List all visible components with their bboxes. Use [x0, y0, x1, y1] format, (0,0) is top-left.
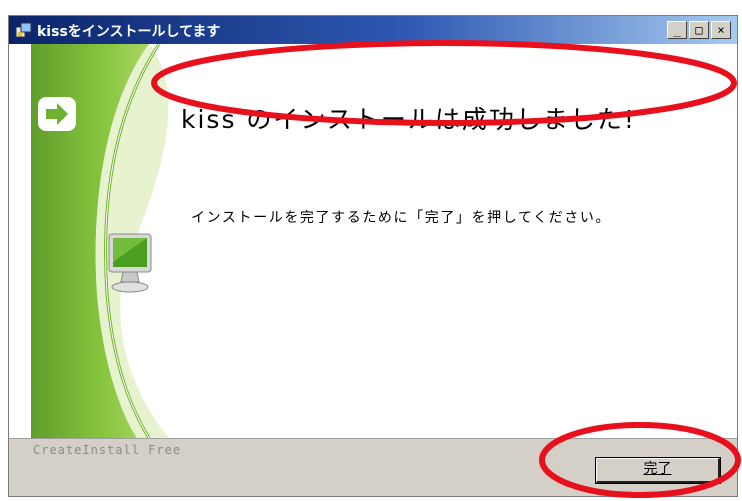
window-title: kissをインストールしてます [37, 24, 221, 40]
instruction-text: インストールを完了するために「完了」を押してください。 [191, 210, 612, 226]
maximize-button[interactable]: □ [689, 21, 709, 39]
finish-button[interactable]: 完了 [595, 457, 721, 484]
success-headline: kiss のインストールは成功しました! [181, 105, 636, 134]
finish-button-label: 完了 [643, 461, 672, 477]
installer-icon [15, 22, 32, 38]
monitor-icon [108, 233, 152, 293]
title-bar[interactable]: kissをインストールしてます _ □ × [9, 16, 737, 44]
client-area: kiss のインストールは成功しました! インストールを完了するために「完了」を… [9, 44, 737, 438]
minimize-button[interactable]: _ [667, 21, 687, 39]
footer-bar: CreateInstall Free 完了 [9, 438, 737, 496]
close-button[interactable]: × [711, 21, 731, 39]
installer-window: kissをインストールしてます _ □ × kiss のインストールは成功しまし… [8, 15, 738, 497]
title-buttons: _ □ × [667, 21, 731, 39]
brand-label: CreateInstall Free [33, 443, 182, 457]
arrow-right-icon [38, 97, 76, 131]
